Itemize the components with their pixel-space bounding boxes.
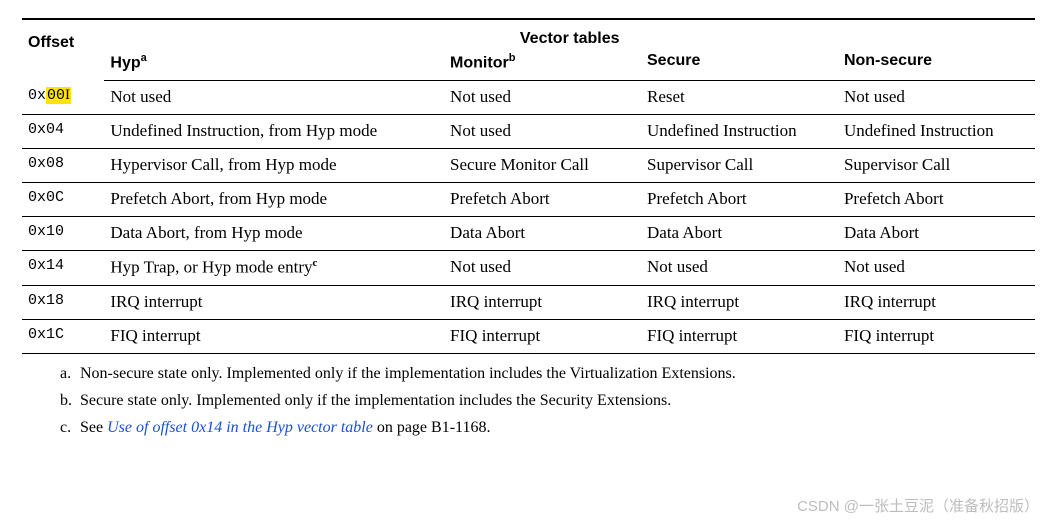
col-hyp: Hypa bbox=[104, 52, 444, 81]
cell-offset: 0x10 bbox=[22, 217, 104, 251]
cell-offset: 0x1C bbox=[22, 319, 104, 353]
col-secure: Secure bbox=[641, 52, 838, 81]
footnote-b-label: b. bbox=[60, 389, 80, 414]
cell-nonsecure: Not used bbox=[838, 251, 1035, 286]
cell-offset: 0x00I bbox=[22, 81, 104, 115]
cell-secure: Not used bbox=[641, 251, 838, 286]
cell-offset: 0x04 bbox=[22, 115, 104, 149]
cell-hyp: Data Abort, from Hyp mode bbox=[104, 217, 444, 251]
cell-nonsecure: IRQ interrupt bbox=[838, 285, 1035, 319]
table-row: 0x04Undefined Instruction, from Hyp mode… bbox=[22, 115, 1035, 149]
text-cursor-icon: I bbox=[65, 87, 70, 103]
vector-table: Offset Vector tables Hypa Monitorb Secur… bbox=[22, 20, 1035, 354]
cell-monitor: Secure Monitor Call bbox=[444, 149, 641, 183]
cell-nonsecure: Undefined Instruction bbox=[838, 115, 1035, 149]
cell-hyp-sup: c bbox=[313, 257, 318, 269]
table-row: 0x0CPrefetch Abort, from Hyp modePrefetc… bbox=[22, 183, 1035, 217]
cell-hyp: Undefined Instruction, from Hyp mode bbox=[104, 115, 444, 149]
cell-monitor: Not used bbox=[444, 251, 641, 286]
footnote-a: a.Non-secure state only. Implemented onl… bbox=[60, 362, 1035, 387]
cell-hyp: Prefetch Abort, from Hyp mode bbox=[104, 183, 444, 217]
table-row: 0x1CFIQ interruptFIQ interruptFIQ interr… bbox=[22, 319, 1035, 353]
cell-nonsecure: Not used bbox=[838, 81, 1035, 115]
col-monitor-sup: b bbox=[509, 52, 516, 64]
cell-monitor: Data Abort bbox=[444, 217, 641, 251]
cell-hyp: FIQ interrupt bbox=[104, 319, 444, 353]
page: Offset Vector tables Hypa Monitorb Secur… bbox=[0, 0, 1057, 528]
watermark: CSDN @一张土豆泥（准备秋招版） bbox=[797, 495, 1039, 516]
table-row: 0x08Hypervisor Call, from Hyp modeSecure… bbox=[22, 149, 1035, 183]
table-row: 0x00INot usedNot usedResetNot used bbox=[22, 81, 1035, 115]
cell-monitor: Not used bbox=[444, 115, 641, 149]
col-monitor-label: Monitor bbox=[450, 54, 509, 71]
cell-offset: 0x14 bbox=[22, 251, 104, 286]
table-row: 0x18IRQ interruptIRQ interruptIRQ interr… bbox=[22, 285, 1035, 319]
cell-nonsecure: Prefetch Abort bbox=[838, 183, 1035, 217]
table-title: Vector tables bbox=[104, 20, 1035, 52]
col-monitor: Monitorb bbox=[444, 52, 641, 81]
col-nonsecure: Non-secure bbox=[838, 52, 1035, 81]
table-row: 0x14Hyp Trap, or Hyp mode entrycNot used… bbox=[22, 251, 1035, 286]
cell-offset: 0x18 bbox=[22, 285, 104, 319]
cell-nonsecure: Supervisor Call bbox=[838, 149, 1035, 183]
cell-secure: FIQ interrupt bbox=[641, 319, 838, 353]
cell-monitor: Prefetch Abort bbox=[444, 183, 641, 217]
col-hyp-label: Hyp bbox=[110, 54, 140, 71]
footnote-b-text: Secure state only. Implemented only if t… bbox=[80, 392, 671, 409]
cell-hyp: IRQ interrupt bbox=[104, 285, 444, 319]
col-secure-label: Secure bbox=[647, 52, 700, 69]
cell-secure: Supervisor Call bbox=[641, 149, 838, 183]
footnotes: a.Non-secure state only. Implemented onl… bbox=[60, 362, 1035, 440]
footnote-c-link[interactable]: Use of offset 0x14 in the Hyp vector tab… bbox=[107, 419, 373, 436]
cell-hyp: Hypervisor Call, from Hyp mode bbox=[104, 149, 444, 183]
cell-hyp: Not used bbox=[104, 81, 444, 115]
cell-offset: 0x0C bbox=[22, 183, 104, 217]
table-row: 0x10Data Abort, from Hyp modeData AbortD… bbox=[22, 217, 1035, 251]
highlight: 00I bbox=[46, 87, 71, 104]
cell-monitor: Not used bbox=[444, 81, 641, 115]
footnote-a-label: a. bbox=[60, 362, 80, 387]
col-nonsecure-label: Non-secure bbox=[844, 52, 932, 69]
offset-header: Offset bbox=[22, 20, 104, 81]
cell-secure: Prefetch Abort bbox=[641, 183, 838, 217]
footnote-a-text: Non-secure state only. Implemented only … bbox=[80, 365, 736, 382]
cell-secure: Data Abort bbox=[641, 217, 838, 251]
cell-secure: Reset bbox=[641, 81, 838, 115]
footnote-c-prefix: See bbox=[80, 419, 107, 436]
col-hyp-sup: a bbox=[141, 52, 147, 64]
cell-nonsecure: FIQ interrupt bbox=[838, 319, 1035, 353]
footnote-b: b.Secure state only. Implemented only if… bbox=[60, 389, 1035, 414]
cell-hyp: Hyp Trap, or Hyp mode entryc bbox=[104, 251, 444, 286]
footnote-c-suffix: on page B1-1168. bbox=[373, 419, 491, 436]
cell-offset: 0x08 bbox=[22, 149, 104, 183]
table-body: 0x00INot usedNot usedResetNot used0x04Un… bbox=[22, 81, 1035, 354]
footnote-c-label: c. bbox=[60, 416, 80, 441]
footnote-c: c.See Use of offset 0x14 in the Hyp vect… bbox=[60, 416, 1035, 441]
cell-secure: Undefined Instruction bbox=[641, 115, 838, 149]
cell-nonsecure: Data Abort bbox=[838, 217, 1035, 251]
cell-secure: IRQ interrupt bbox=[641, 285, 838, 319]
column-headers: Hypa Monitorb Secure Non-secure bbox=[22, 52, 1035, 81]
cell-monitor: IRQ interrupt bbox=[444, 285, 641, 319]
cell-monitor: FIQ interrupt bbox=[444, 319, 641, 353]
